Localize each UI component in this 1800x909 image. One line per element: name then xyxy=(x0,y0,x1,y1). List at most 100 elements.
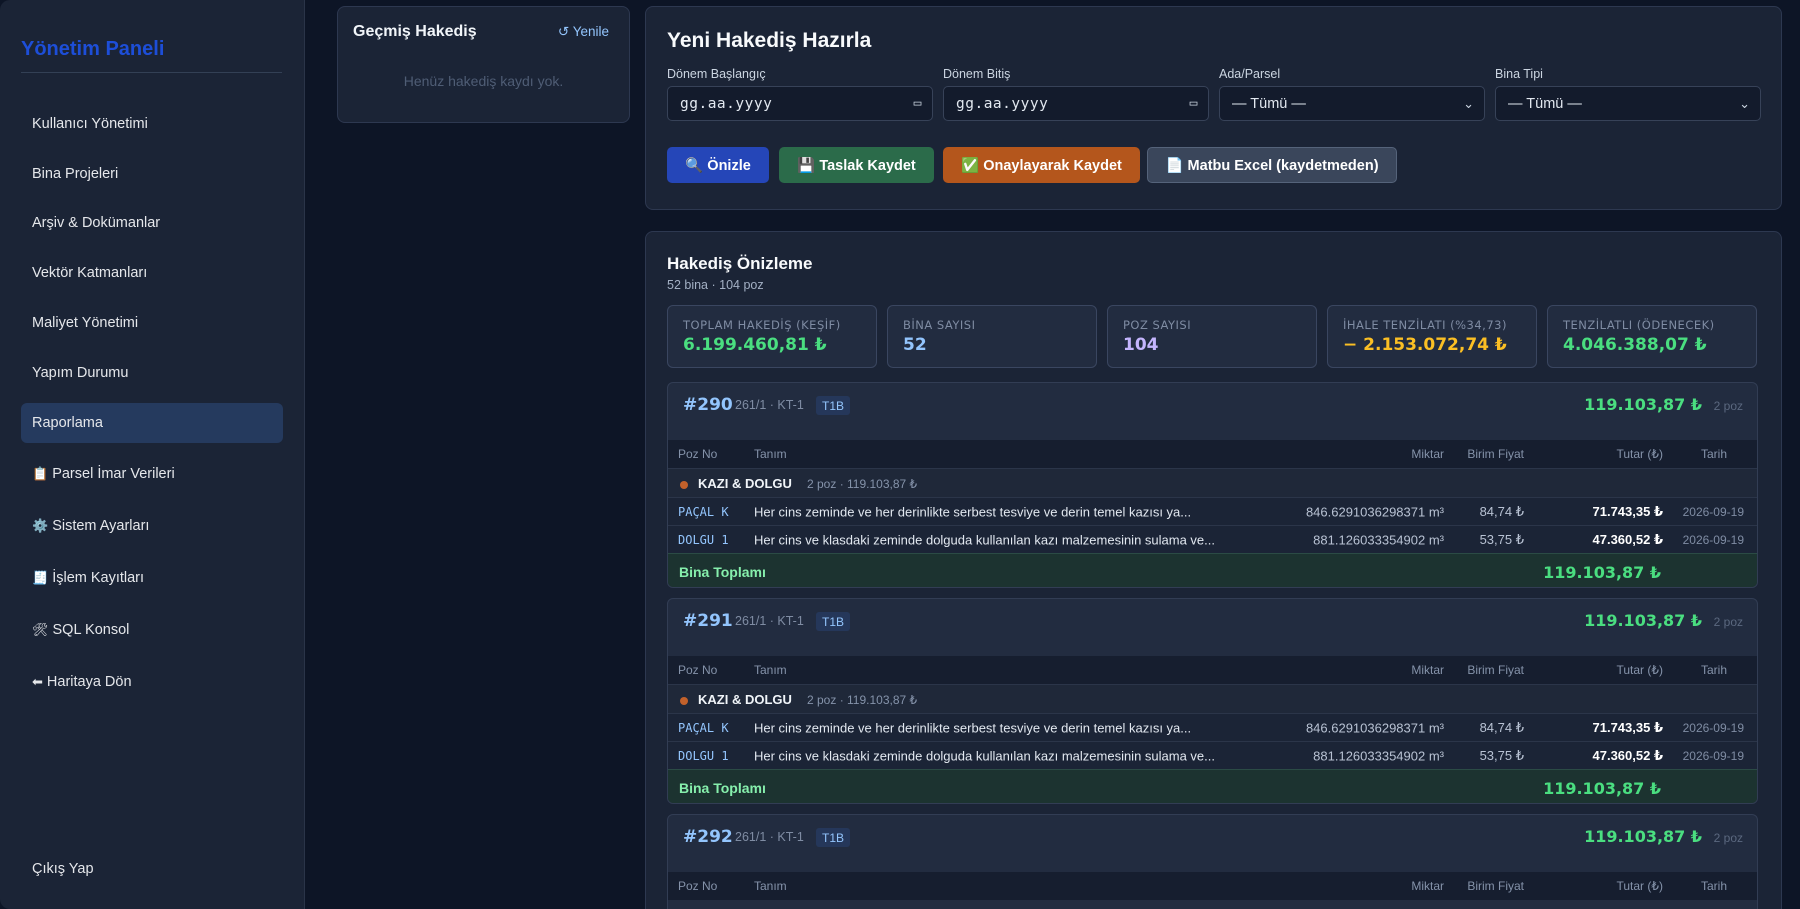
category-row: KAZI & DOLGU 2 poz · 119.103,87 ₺ xyxy=(668,684,1757,713)
poz-date: 2026-09-19 xyxy=(1682,720,1744,735)
col-miktar: Miktar xyxy=(1411,663,1444,677)
col-tanim: Tanım xyxy=(754,879,787,893)
poz-date: 2026-09-19 xyxy=(1682,532,1744,547)
col-tutar: Tutar (₺) xyxy=(1616,447,1663,461)
table-row: DOLGU 1 Her cins ve klasdaki zeminde dol… xyxy=(668,525,1757,553)
period-end-input[interactable]: gg.aa.yyyy ▭ xyxy=(943,86,1209,121)
calendar-icon[interactable]: ▭ xyxy=(1190,96,1198,111)
table-row: PAÇAL K Her cins zeminde ve her derinlik… xyxy=(668,497,1757,525)
building-header[interactable]: #291 261/1 · KT-1 T1B 119.103,87 ₺ 2 poz xyxy=(668,599,1757,656)
table-row: PAÇAL K Her cins zeminde ve her derinlik… xyxy=(668,713,1757,741)
logout-link[interactable]: Çıkış Yap xyxy=(32,861,94,877)
poz-price: 53,75 ₺ xyxy=(1479,531,1524,547)
stat-buildings: BİNA SAYISI 52 xyxy=(887,305,1097,368)
building-type-label: Bina Tipi xyxy=(1495,67,1543,81)
excel-export-button[interactable]: 📄 Matbu Excel (kaydetmeden) xyxy=(1147,147,1397,183)
stat-label: TOPLAM HAKEDİŞ (KEŞİF) xyxy=(683,318,841,332)
sidebar-item-label: Raporlama xyxy=(32,415,103,431)
poz-desc: Her cins zeminde ve her derinlikte serbe… xyxy=(754,720,1192,735)
category-meta: 2 poz · 119.103,87 ₺ xyxy=(807,477,918,491)
building-poz-count: 2 poz xyxy=(1713,399,1743,413)
sidebar-item-reporting[interactable]: Raporlama xyxy=(21,403,283,443)
col-poz-no: Poz No xyxy=(678,663,718,677)
building-header[interactable]: #292 261/1 · KT-1 T1B 119.103,87 ₺ 2 poz xyxy=(668,815,1757,872)
building-footer: Bina Toplamı 119.103,87 ₺ xyxy=(668,769,1757,803)
sidebar-item-label: Yapım Durumu xyxy=(32,365,129,381)
building-type-badge: T1B xyxy=(816,396,851,415)
building-poz-count: 2 poz xyxy=(1713,615,1743,629)
stat-value: 6.199.460,81 ₺ xyxy=(683,335,827,355)
poz-code: PAÇAL K xyxy=(678,720,729,735)
category-row: KAZI & DOLGU 2 poz · 119.103,87 ₺ xyxy=(668,468,1757,497)
footer-label: Bina Toplamı xyxy=(679,780,766,796)
approve-save-button[interactable]: ✅ Onaylayarak Kaydet xyxy=(943,147,1140,183)
poz-amount: 47.360,52 ₺ xyxy=(1592,531,1664,547)
calendar-icon[interactable]: ▭ xyxy=(914,96,922,111)
sidebar-item-label: Bina Projeleri xyxy=(32,166,119,182)
save-draft-button[interactable]: 💾 Taslak Kaydet xyxy=(779,147,934,183)
clipboard-icon: 📋 xyxy=(32,466,49,481)
building-total: 119.103,87 ₺ xyxy=(1584,395,1702,414)
poz-qty: 846.6291036298371 m³ xyxy=(1305,720,1444,735)
period-start-input[interactable]: gg.aa.yyyy ▭ xyxy=(667,86,933,121)
building-id: #290 xyxy=(683,395,733,415)
sidebar-item-cost[interactable]: Maliyet Yönetimi xyxy=(21,303,283,343)
poz-price: 84,74 ₺ xyxy=(1479,503,1524,519)
poz-price: 53,75 ₺ xyxy=(1479,747,1524,763)
stat-label: İHALE TENZİLATI (%34,73) xyxy=(1343,318,1507,332)
preview-button[interactable]: 🔍 Önizle xyxy=(667,147,769,183)
stat-discount: İHALE TENZİLATI (%34,73) − 2.153.072,74 … xyxy=(1327,305,1537,368)
stat-label: BİNA SAYISI xyxy=(903,318,976,332)
tools-icon: 🛠 xyxy=(32,622,49,637)
sidebar-item-vector-layers[interactable]: Vektör Katmanları xyxy=(21,253,283,293)
building-id: #291 xyxy=(683,611,733,631)
building-header[interactable]: #290 261/1 · KT-1 T1B 119.103,87 ₺ 2 poz xyxy=(668,383,1757,440)
gear-icon: ⚙️ xyxy=(32,518,49,533)
refresh-button[interactable]: ↺ Yenile xyxy=(558,24,609,40)
new-hakedis-panel: Yeni Hakediş Hazırla Dönem Başlangıç gg.… xyxy=(645,6,1782,210)
sidebar-item-sql[interactable]: 🛠 SQL Konsol xyxy=(21,610,283,650)
sidebar-item-label: İşlem Kayıtları xyxy=(52,570,145,586)
period-start-label: Dönem Başlangıç xyxy=(667,67,766,81)
sidebar-item-settings[interactable]: ⚙️ Sistem Ayarları xyxy=(21,506,283,546)
building-type-badge: T1B xyxy=(816,828,851,847)
arrow-left-icon: ⬅ xyxy=(32,674,43,689)
sidebar-item-label: Kullanıcı Yönetimi xyxy=(32,116,148,132)
sidebar-item-users[interactable]: Kullanıcı Yönetimi xyxy=(21,104,283,144)
sidebar-item-map[interactable]: ⬅ Haritaya Dön xyxy=(21,662,283,702)
category-dot-icon xyxy=(680,481,688,489)
building-card: #291 261/1 · KT-1 T1B 119.103,87 ₺ 2 poz… xyxy=(667,598,1758,804)
sidebar-item-construction[interactable]: Yapım Durumu xyxy=(21,353,283,393)
stat-value: − 2.153.072,74 ₺ xyxy=(1343,335,1507,355)
table-header: Poz No Tanım Miktar Birim Fiyat Tutar (₺… xyxy=(668,656,1757,684)
sidebar-item-label: Vektör Katmanları xyxy=(32,265,148,281)
sidebar-item-buildings[interactable]: Bina Projeleri xyxy=(21,154,283,194)
sidebar: Yönetim Paneli Kullanıcı Yönetimi Bina P… xyxy=(0,0,305,909)
sidebar-item-parcel[interactable]: 📋 Parsel İmar Verileri xyxy=(21,454,283,494)
col-poz-no: Poz No xyxy=(678,879,718,893)
sidebar-item-label: Sistem Ayarları xyxy=(52,518,150,534)
poz-code: DOLGU 1 xyxy=(678,532,729,547)
stat-total: TOPLAM HAKEDİŞ (KEŞİF) 6.199.460,81 ₺ xyxy=(667,305,877,368)
building-meta: 261/1 · KT-1 xyxy=(735,398,804,412)
stat-value: 4.046.388,07 ₺ xyxy=(1563,335,1707,355)
sidebar-item-archive[interactable]: Arşiv & Dokümanlar xyxy=(21,203,283,243)
building-type-badge: T1B xyxy=(816,612,851,631)
parcel-select[interactable]: — Tümü — ⌄ xyxy=(1219,86,1485,121)
poz-desc: Her cins ve klasdaki zeminde dolguda kul… xyxy=(754,748,1215,763)
poz-code: DOLGU 1 xyxy=(678,748,729,763)
sidebar-item-logs[interactable]: 🧾 İşlem Kayıtları xyxy=(21,558,283,598)
building-poz-count: 2 poz xyxy=(1713,831,1743,845)
col-tarih: Tarih xyxy=(1700,447,1727,461)
table-row: DOLGU 1 Her cins ve klasdaki zeminde dol… xyxy=(668,741,1757,769)
building-type-select[interactable]: — Tümü — ⌄ xyxy=(1495,86,1761,121)
poz-qty: 881.126033354902 m³ xyxy=(1313,748,1444,763)
col-tarih: Tarih xyxy=(1700,879,1727,893)
date-placeholder: gg.aa.yyyy xyxy=(680,95,773,112)
brand-title: Yönetim Paneli xyxy=(21,38,165,60)
col-miktar: Miktar xyxy=(1411,447,1444,461)
poz-desc: Her cins zeminde ve her derinlikte serbe… xyxy=(754,504,1192,519)
select-value: — Tümü — xyxy=(1232,95,1306,112)
col-tarih: Tarih xyxy=(1700,663,1727,677)
footer-total: 119.103,87 ₺ xyxy=(1543,563,1661,582)
